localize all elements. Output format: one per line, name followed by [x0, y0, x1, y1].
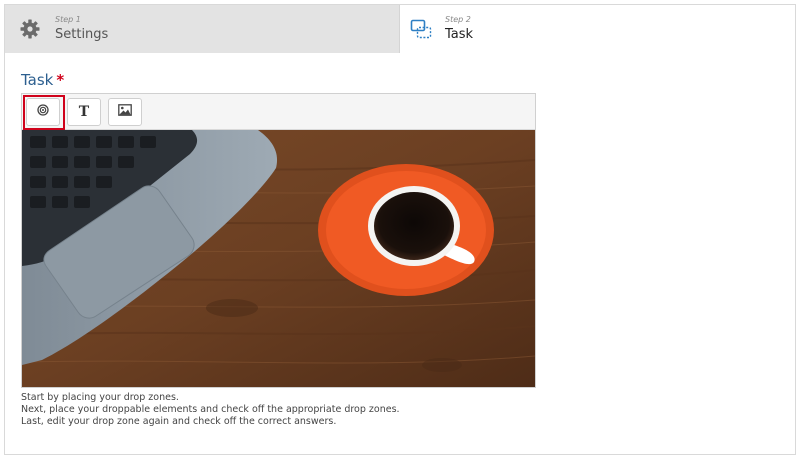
instructions: Start by placing your drop zones. Next, … [21, 392, 400, 428]
add-text-button[interactable]: T [67, 98, 101, 126]
target-icon [37, 103, 49, 121]
required-marker: * [56, 71, 65, 89]
instruction-line: Last, edit your drop zone again and chec… [21, 416, 337, 427]
editor-toolbar: T [22, 94, 535, 130]
step-label: Settings [55, 27, 109, 42]
tab-step-task[interactable]: Step 2 Task [400, 5, 795, 53]
task-title-text: Task [21, 71, 54, 89]
task-canvas[interactable] [22, 130, 535, 387]
task-icon [410, 19, 432, 44]
drag-drop-editor: T [21, 93, 536, 388]
add-image-button[interactable] [108, 98, 142, 126]
add-drop-zone-button[interactable] [26, 98, 60, 126]
step-number: Step 2 [445, 15, 471, 24]
step-label: Task [445, 27, 474, 42]
text-icon: T [78, 104, 90, 120]
task-heading: Task * [21, 71, 64, 89]
gear-icon [20, 19, 40, 44]
step-number: Step 1 [55, 15, 81, 24]
instruction-line: Start by placing your drop zones. [21, 392, 179, 403]
tab-step-settings[interactable]: Step 1 Settings [5, 5, 400, 53]
step-tabs: Step 1 Settings Step 2 Task [5, 5, 795, 53]
background-image [22, 130, 535, 387]
instruction-line: Next, place your droppable elements and … [21, 404, 400, 415]
image-icon [118, 103, 132, 121]
editor-frame: Step 1 Settings Step 2 Task Task * T Sta… [4, 4, 796, 455]
